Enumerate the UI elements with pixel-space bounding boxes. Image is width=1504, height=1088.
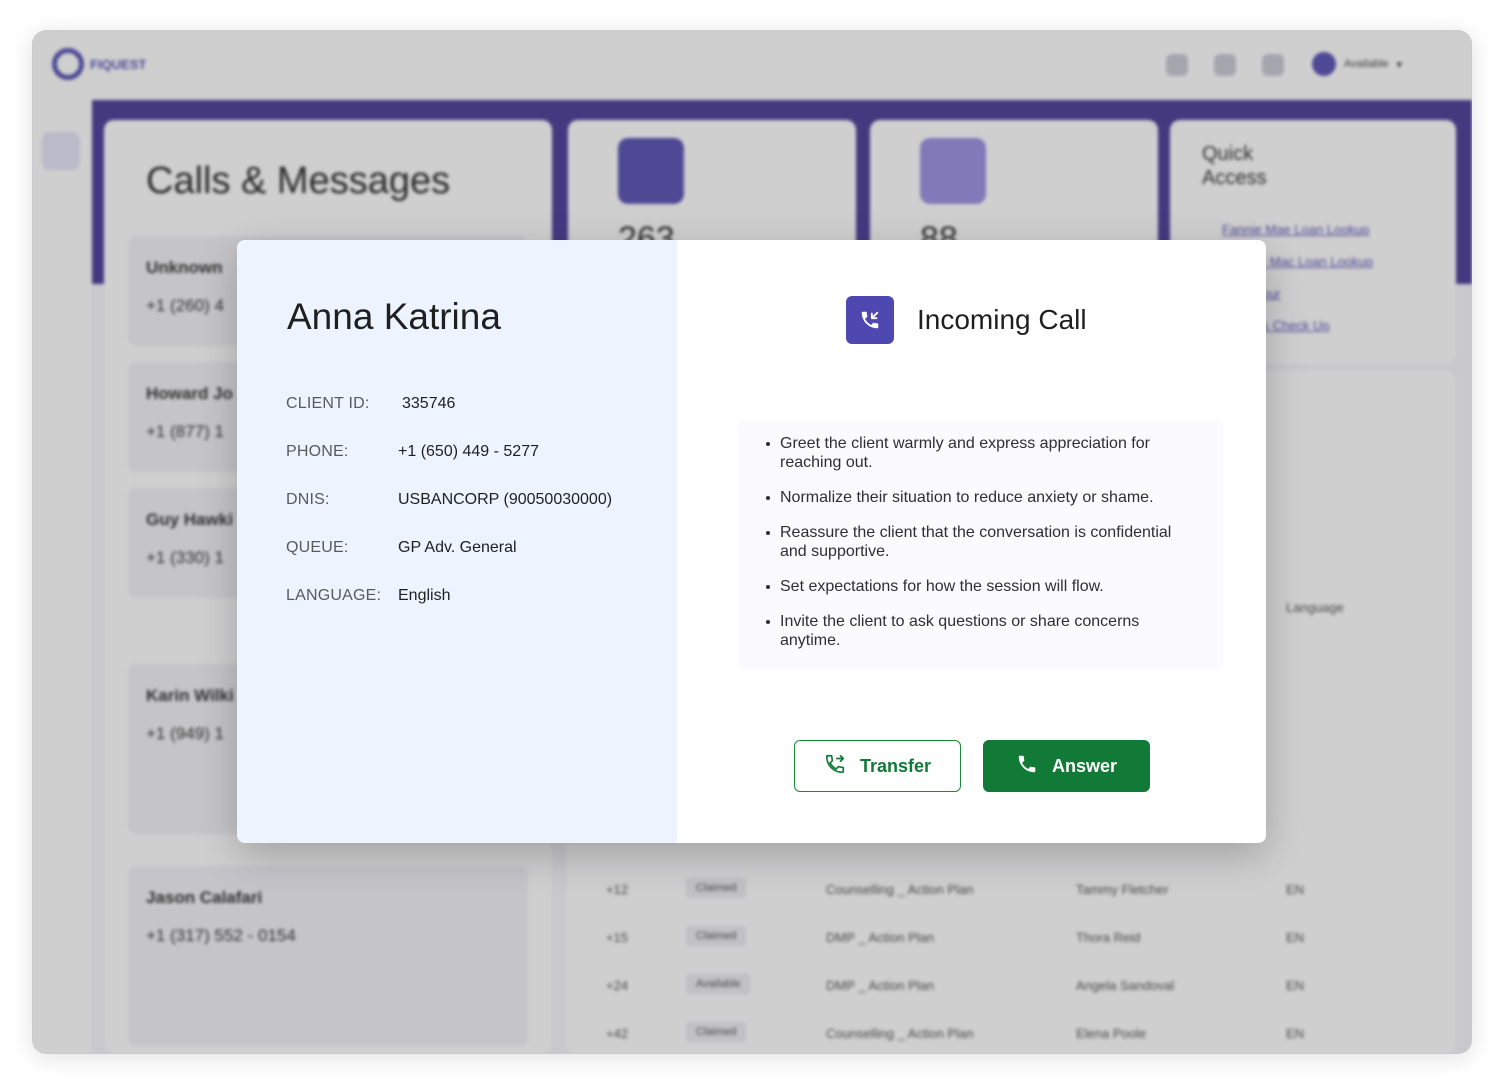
call-title: Incoming Call bbox=[917, 304, 1087, 335]
client-id-value: 335746 bbox=[402, 395, 456, 412]
transfer-button[interactable]: Transfer bbox=[794, 740, 961, 792]
language-label: LANGUAGE: bbox=[286, 587, 382, 604]
phone-forward-icon bbox=[824, 753, 846, 780]
queue-value: GP Adv. General bbox=[398, 539, 517, 556]
guidelines-list: Greet the client warmly and express appr… bbox=[763, 434, 1193, 666]
queue-label: QUEUE: bbox=[286, 539, 349, 556]
phone-value: +1 (650) 449 - 5277 bbox=[398, 443, 539, 460]
guideline-item: Greet the client warmly and express appr… bbox=[763, 434, 1193, 472]
language-value: English bbox=[398, 587, 451, 604]
client-id-label: CLIENT ID: bbox=[286, 395, 370, 412]
dnis-label: DNIS: bbox=[286, 491, 330, 508]
incoming-call-modal: Anna Katrina CLIENT ID: 335746 PHONE: +1… bbox=[237, 240, 1266, 843]
client-info-panel: Anna Katrina CLIENT ID: 335746 PHONE: +1… bbox=[237, 240, 677, 843]
answer-label: Answer bbox=[1051, 755, 1118, 776]
guideline-item: Invite the client to ask questions or sh… bbox=[763, 612, 1193, 650]
answer-button[interactable]: Answer bbox=[983, 740, 1150, 792]
client-name: Anna Katrina bbox=[287, 296, 501, 337]
phone-incoming-icon bbox=[846, 296, 894, 344]
guideline-item: Set expectations for how the session wil… bbox=[763, 577, 1193, 596]
phone-icon bbox=[1016, 753, 1038, 780]
call-guidelines: Greet the client warmly and express appr… bbox=[739, 420, 1223, 670]
call-header: Incoming Call bbox=[846, 296, 1087, 344]
call-panel: Incoming Call Greet the client warmly an… bbox=[677, 240, 1266, 843]
dnis-value: USBANCORP (90050030000) bbox=[398, 491, 613, 508]
transfer-label: Transfer bbox=[859, 755, 932, 776]
guideline-item: Reassure the client that the conversatio… bbox=[763, 523, 1193, 561]
phone-label: PHONE: bbox=[286, 443, 349, 460]
guideline-item: Normalize their situation to reduce anxi… bbox=[763, 488, 1193, 507]
